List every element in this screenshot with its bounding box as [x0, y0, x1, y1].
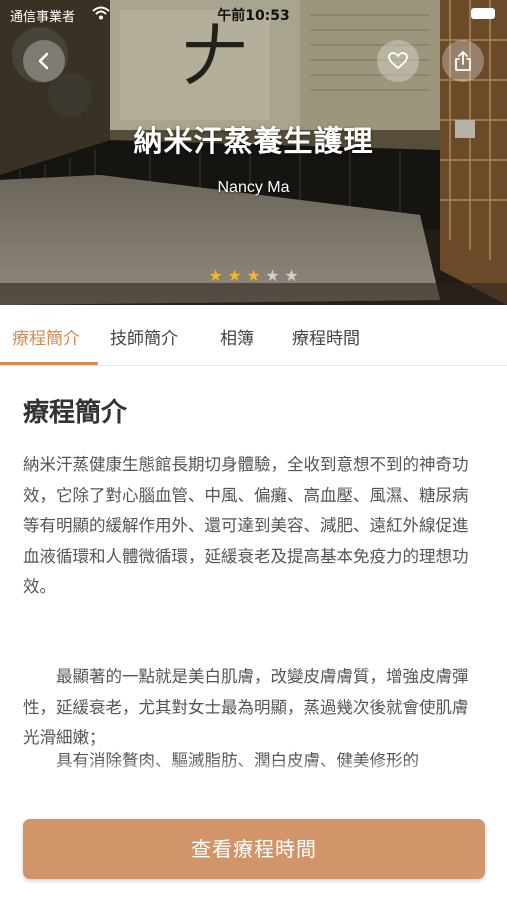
favorite-button[interactable] [377, 40, 419, 82]
tab-treatment-time[interactable]: 療程時間 [292, 324, 360, 349]
share-icon [455, 51, 471, 71]
description-paragraph: 最顯著的一點就是美白肌膚，改變皮膚膚質，增強皮膚彈性，延緩衰老，尤其對女士最為明… [23, 667, 469, 747]
chevron-left-icon [38, 52, 49, 70]
tab-treatment-intro[interactable]: 療程簡介 [12, 324, 80, 349]
battery-icon [471, 8, 495, 19]
tab-bar: 療程簡介 技師簡介 相簿 療程時間 [0, 305, 507, 366]
treatment-description: 療程簡介 納米汗蒸健康生態館長期切身體驗，全收到意想不到的神奇功效，它除了對心腦… [0, 366, 507, 776]
star-icon: ★ [246, 266, 261, 285]
hero-banner: 𠂇 通信事業者 午前10:53 納米汗蒸養生護理 Nancy Ma ★ ★ ★ … [0, 0, 507, 305]
heart-icon [388, 52, 408, 69]
star-rating: ★ ★ ★ ★ ★ [0, 266, 507, 285]
back-button[interactable] [23, 40, 65, 82]
therapist-name: Nancy Ma [217, 179, 290, 196]
star-icon: ★ [227, 266, 242, 285]
section-title: 療程簡介 [23, 398, 128, 428]
treatment-title: 納米汗蒸養生護理 [133, 124, 374, 158]
star-icon: ★ [265, 266, 280, 285]
description-paragraph: 納米汗蒸健康生態館長期切身體驗，全收到意想不到的神奇功效，它除了對心腦血管、中風… [23, 455, 469, 596]
tab-album[interactable]: 相簿 [220, 324, 254, 349]
tab-therapist-intro[interactable]: 技師簡介 [110, 324, 178, 349]
content-fade [0, 760, 507, 778]
share-button[interactable] [442, 40, 484, 82]
star-icon: ★ [208, 266, 223, 285]
active-tab-indicator [0, 362, 98, 365]
status-time: 午前10:53 [217, 8, 290, 24]
view-treatment-time-button[interactable]: 查看療程時間 [23, 819, 485, 879]
star-icon: ★ [284, 266, 299, 285]
status-bar: 通信事業者 午前10:53 [0, 0, 507, 28]
